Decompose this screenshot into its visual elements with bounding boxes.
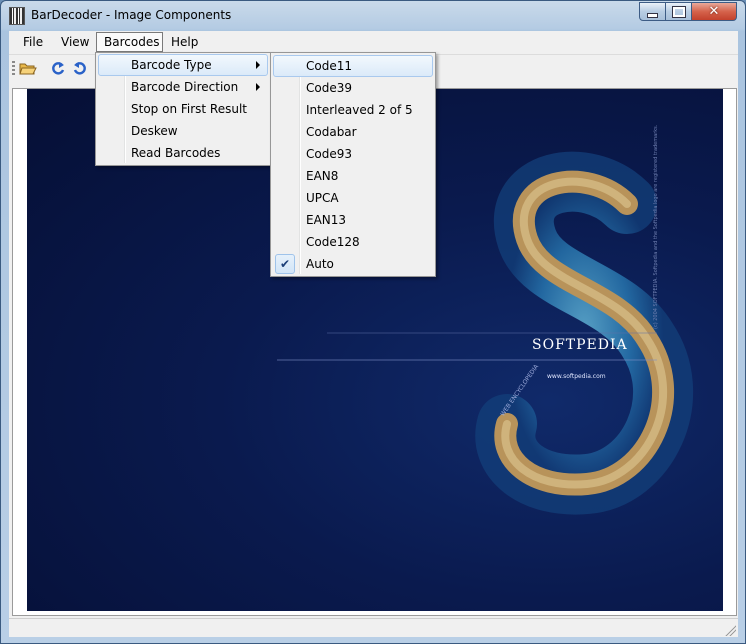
submenu-arrow-icon — [256, 83, 260, 91]
menu-item-code128[interactable]: Code128 — [273, 231, 433, 253]
barcode-type-submenu: Code11 Code39 Interleaved 2 of 5 Codabar… — [270, 52, 436, 277]
menu-item-label: Code11 — [306, 59, 352, 73]
menu-help[interactable]: Help — [164, 32, 205, 52]
barcodes-menu: Barcode Type Barcode Direction Stop on F… — [95, 52, 271, 166]
title-bar[interactable]: BarDecoder - Image Components ✕ — [1, 1, 745, 31]
menu-item-label: EAN8 — [306, 169, 339, 183]
menu-item-label: Auto — [306, 257, 334, 271]
close-icon: ✕ — [708, 4, 720, 19]
copyright-text: (c) 2004 SOFTPEDIA. Softpedia and the So… — [653, 124, 659, 329]
menu-item-upca[interactable]: UPCA — [273, 187, 433, 209]
maximize-button[interactable] — [665, 2, 692, 21]
menu-item-label: Barcode Direction — [131, 80, 239, 94]
open-folder-icon — [19, 63, 37, 75]
rotate-right-button[interactable] — [48, 58, 68, 78]
menu-item-deskew[interactable]: Deskew — [98, 120, 268, 142]
toolbar-grip[interactable] — [12, 61, 15, 75]
menu-item-label: EAN13 — [306, 213, 347, 227]
menu-item-code93[interactable]: Code93 — [273, 143, 433, 165]
menu-item-barcode-direction[interactable]: Barcode Direction — [98, 76, 268, 98]
submenu-arrow-icon — [256, 61, 260, 69]
menu-item-code11[interactable]: Code11 — [273, 55, 433, 77]
minimize-icon — [647, 12, 658, 18]
minimize-button[interactable] — [639, 2, 666, 21]
menu-item-auto[interactable]: ✔ Auto — [273, 253, 433, 275]
rotate-left-icon — [73, 62, 86, 75]
barcode-app-icon[interactable] — [9, 7, 25, 25]
menu-item-label: Deskew — [131, 124, 178, 138]
menu-barcodes[interactable]: Barcodes — [96, 32, 163, 52]
menu-item-label: Read Barcodes — [131, 146, 221, 160]
rotate-right-icon — [52, 62, 65, 75]
status-bar — [9, 618, 738, 638]
menu-item-read-barcodes[interactable]: Read Barcodes — [98, 142, 268, 164]
window-title: BarDecoder - Image Components — [31, 8, 232, 22]
menu-item-label: Stop on First Result — [131, 102, 248, 116]
menu-item-ean13[interactable]: EAN13 — [273, 209, 433, 231]
close-button[interactable]: ✕ — [691, 2, 737, 21]
menu-item-label: Barcode Type — [131, 58, 212, 72]
menu-item-barcode-type[interactable]: Barcode Type — [98, 54, 268, 76]
maximize-icon — [671, 5, 686, 18]
menu-bar: File View Barcodes Help — [9, 31, 738, 53]
menu-item-label: Interleaved 2 of 5 — [306, 103, 413, 117]
menu-item-label: Code128 — [306, 235, 360, 249]
softpedia-url: www.softpedia.com — [547, 373, 606, 380]
menu-item-interleaved-2-of-5[interactable]: Interleaved 2 of 5 — [273, 99, 433, 121]
menu-item-stop-on-first-result[interactable]: Stop on First Result — [98, 98, 268, 120]
rotate-left-button[interactable] — [70, 58, 90, 78]
softpedia-brand: SOFTPEDIA — [532, 337, 628, 353]
resize-grip[interactable] — [724, 624, 736, 636]
menu-item-label: UPCA — [306, 191, 339, 205]
menu-item-codabar[interactable]: Codabar — [273, 121, 433, 143]
checkmark-icon: ✔ — [275, 254, 295, 274]
menu-file[interactable]: File — [16, 32, 50, 52]
open-button[interactable] — [18, 58, 38, 78]
menu-item-label: Codabar — [306, 125, 357, 139]
menu-item-ean8[interactable]: EAN8 — [273, 165, 433, 187]
menu-view[interactable]: View — [54, 32, 96, 52]
menu-item-label: Code39 — [306, 81, 352, 95]
menu-item-code39[interactable]: Code39 — [273, 77, 433, 99]
menu-item-label: Code93 — [306, 147, 352, 161]
